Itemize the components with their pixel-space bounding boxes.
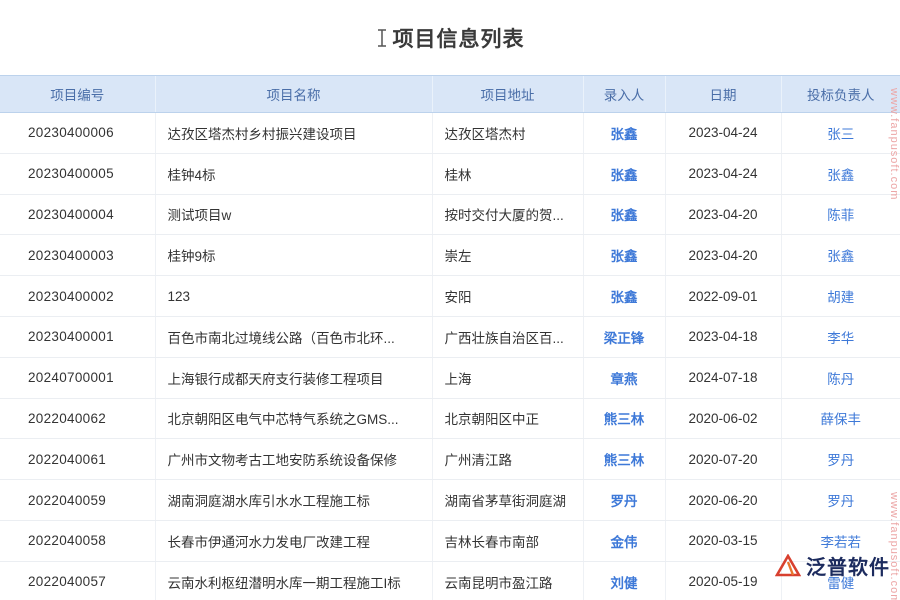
cell-project-address: 广州清江路 — [432, 439, 583, 480]
table-row: 20230400005桂钟4标桂林张鑫2023-04-24张鑫 — [0, 153, 900, 194]
cell-date: 2020-06-20 — [665, 480, 781, 521]
cell-project-name: 123 — [155, 276, 432, 317]
table-row: 20240700001上海银行成都天府支行装修工程项目上海章燕2024-07-1… — [0, 357, 900, 398]
bid-manager-link[interactable]: 薛保丰 — [781, 398, 900, 439]
bid-manager-link[interactable]: 张鑫 — [781, 235, 900, 276]
entry-person-link[interactable]: 张鑫 — [583, 276, 665, 317]
col-header-project-address: 项目地址 — [432, 76, 583, 113]
cell-date: 2023-04-20 — [665, 194, 781, 235]
entry-person-link[interactable]: 张鑫 — [583, 194, 665, 235]
bid-manager-link[interactable]: 李华 — [781, 316, 900, 357]
bid-manager-link[interactable]: 张三 — [781, 113, 900, 154]
cell-project-address: 广西壮族自治区百... — [432, 316, 583, 357]
table-row: 20230400004测试项目w按时交付大厦的贺...张鑫2023-04-20陈… — [0, 194, 900, 235]
watermark-url-vertical-top: www.fanpusoft.com — [888, 88, 900, 200]
fanpu-logo-icon — [775, 554, 801, 578]
cell-project-address: 崇左 — [432, 235, 583, 276]
cell-date: 2023-04-24 — [665, 113, 781, 154]
table-row: 20230400002123安阳张鑫2022-09-01胡建 — [0, 276, 900, 317]
bid-manager-link[interactable]: 陈丹 — [781, 357, 900, 398]
cell-project-id: 20230400003 — [0, 235, 155, 276]
cell-date: 2020-05-19 — [665, 561, 781, 600]
watermark-url-vertical-bottom: www.fanpusoft.com — [888, 492, 900, 600]
cell-project-address: 云南昆明市盈江路 — [432, 561, 583, 600]
cell-project-id: 20230400001 — [0, 316, 155, 357]
entry-person-link[interactable]: 刘健 — [583, 561, 665, 600]
table-row: 2022040061广州市文物考古工地安防系统设备保修广州清江路熊三林2020-… — [0, 439, 900, 480]
cell-project-name: 桂钟4标 — [155, 153, 432, 194]
entry-person-link[interactable]: 张鑫 — [583, 153, 665, 194]
cell-project-id: 20230400004 — [0, 194, 155, 235]
table-row: 2022040062北京朝阳区电气中芯特气系统之GMS...北京朝阳区中正熊三林… — [0, 398, 900, 439]
entry-person-link[interactable]: 熊三林 — [583, 439, 665, 480]
cell-project-id: 20230400005 — [0, 153, 155, 194]
title-row: 项目信息列表 — [0, 0, 900, 75]
bid-manager-link[interactable]: 陈菲 — [781, 194, 900, 235]
table-header-row: 项目编号 项目名称 项目地址 录入人 日期 投标负责人 — [0, 76, 900, 113]
cell-project-address: 吉林长春市南部 — [432, 520, 583, 561]
cell-project-address: 达孜区塔杰村 — [432, 113, 583, 154]
table-row: 20230400003桂钟9标崇左张鑫2023-04-20张鑫 — [0, 235, 900, 276]
entry-person-link[interactable]: 张鑫 — [583, 235, 665, 276]
cell-date: 2020-03-15 — [665, 520, 781, 561]
cell-project-id: 2022040059 — [0, 480, 155, 521]
cell-project-name: 湖南洞庭湖水库引水水工程施工标 — [155, 480, 432, 521]
cell-project-name: 测试项目w — [155, 194, 432, 235]
cell-project-name: 百色市南北过境线公路（百色市北环... — [155, 316, 432, 357]
text-cursor-icon — [376, 28, 388, 48]
cell-project-name: 上海银行成都天府支行装修工程项目 — [155, 357, 432, 398]
col-header-entry-person: 录入人 — [583, 76, 665, 113]
page-title: 项目信息列表 — [393, 23, 525, 53]
cell-project-address: 上海 — [432, 357, 583, 398]
table-row: 20230400006达孜区塔杰村乡村振兴建设项目达孜区塔杰村张鑫2023-04… — [0, 113, 900, 154]
table-row: 2022040059湖南洞庭湖水库引水水工程施工标湖南省茅草街洞庭湖罗丹2020… — [0, 480, 900, 521]
entry-person-link[interactable]: 熊三林 — [583, 398, 665, 439]
cell-project-id: 2022040062 — [0, 398, 155, 439]
project-table: 项目编号 项目名称 项目地址 录入人 日期 投标负责人 20230400006达… — [0, 75, 900, 600]
col-header-date: 日期 — [665, 76, 781, 113]
cell-project-id: 2022040058 — [0, 520, 155, 561]
cell-project-address: 北京朝阳区中正 — [432, 398, 583, 439]
cell-project-id: 2022040057 — [0, 561, 155, 600]
cell-project-name: 广州市文物考古工地安防系统设备保修 — [155, 439, 432, 480]
brand-watermark: 泛普软件 — [775, 551, 890, 580]
col-header-project-name: 项目名称 — [155, 76, 432, 113]
bid-manager-link[interactable]: 罗丹 — [781, 439, 900, 480]
entry-person-link[interactable]: 金伟 — [583, 520, 665, 561]
cell-date: 2022-09-01 — [665, 276, 781, 317]
cell-date: 2020-07-20 — [665, 439, 781, 480]
cell-project-name: 达孜区塔杰村乡村振兴建设项目 — [155, 113, 432, 154]
cell-project-name: 云南水利枢纽潜明水库一期工程施工I标 — [155, 561, 432, 600]
bid-manager-link[interactable]: 胡建 — [781, 276, 900, 317]
entry-person-link[interactable]: 梁正锋 — [583, 316, 665, 357]
cell-project-name: 桂钟9标 — [155, 235, 432, 276]
cell-date: 2023-04-18 — [665, 316, 781, 357]
brand-name: 泛普软件 — [806, 551, 890, 580]
cell-project-id: 20230400006 — [0, 113, 155, 154]
table-row: 2022040058长春市伊通河水力发电厂改建工程吉林长春市南部金伟2020-0… — [0, 520, 900, 561]
cell-project-address: 桂林 — [432, 153, 583, 194]
cell-date: 2023-04-20 — [665, 235, 781, 276]
project-info-page: 项目信息列表 项目编号 项目名称 项目地址 录入人 日期 投标负责人 20230… — [0, 0, 900, 600]
bid-manager-link[interactable]: 张鑫 — [781, 153, 900, 194]
col-header-project-id: 项目编号 — [0, 76, 155, 113]
cell-project-id: 2022040061 — [0, 439, 155, 480]
cell-project-address: 湖南省茅草街洞庭湖 — [432, 480, 583, 521]
cell-project-id: 20230400002 — [0, 276, 155, 317]
cell-project-address: 安阳 — [432, 276, 583, 317]
cell-project-name: 长春市伊通河水力发电厂改建工程 — [155, 520, 432, 561]
entry-person-link[interactable]: 张鑫 — [583, 113, 665, 154]
cell-date: 2023-04-24 — [665, 153, 781, 194]
entry-person-link[interactable]: 章燕 — [583, 357, 665, 398]
entry-person-link[interactable]: 罗丹 — [583, 480, 665, 521]
cell-date: 2024-07-18 — [665, 357, 781, 398]
cell-project-id: 20240700001 — [0, 357, 155, 398]
col-header-bid-manager: 投标负责人 — [781, 76, 900, 113]
table-row: 2022040057云南水利枢纽潜明水库一期工程施工I标云南昆明市盈江路刘健20… — [0, 561, 900, 600]
table-row: 20230400001百色市南北过境线公路（百色市北环...广西壮族自治区百..… — [0, 316, 900, 357]
cell-project-name: 北京朝阳区电气中芯特气系统之GMS... — [155, 398, 432, 439]
cell-project-address: 按时交付大厦的贺... — [432, 194, 583, 235]
cell-date: 2020-06-02 — [665, 398, 781, 439]
bid-manager-link[interactable]: 罗丹 — [781, 480, 900, 521]
